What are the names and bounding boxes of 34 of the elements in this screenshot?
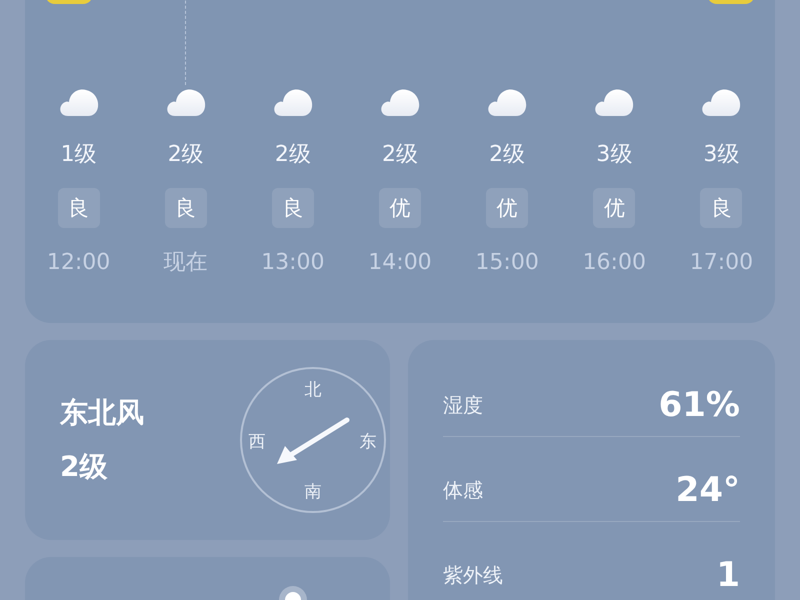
detail-value: 61%: [658, 387, 740, 423]
wind-level: 3级: [703, 141, 740, 169]
compass-label: 南: [304, 482, 322, 502]
wind-level: 2级: [382, 141, 418, 169]
wind-level: 1级: [60, 141, 97, 169]
hour-label: 12:00: [46, 249, 110, 277]
compass-label: 西: [248, 432, 266, 452]
wind-level: 2级: [60, 449, 108, 485]
compass-label: 北: [304, 380, 322, 400]
air-quality-badge: 良: [700, 188, 742, 228]
hour-label: 16:00: [582, 249, 646, 277]
detail-label: 湿度: [443, 392, 483, 418]
wind-level: 3级: [596, 141, 632, 169]
air-quality-badge: 良: [272, 188, 314, 228]
wind-level: 2级: [489, 141, 526, 169]
compass-label: 东: [360, 432, 376, 452]
wind-direction: 东北风: [60, 395, 144, 431]
detail-value: 24°: [676, 472, 740, 508]
air-quality-badge: 优: [378, 188, 421, 228]
air-quality-badge: 优: [486, 188, 528, 228]
detail-value: 1: [716, 557, 740, 593]
wind-level: 2级: [274, 141, 311, 169]
hour-label: 现在: [164, 249, 208, 277]
detail-label: 体感: [443, 476, 483, 504]
hour-label: 17:00: [690, 249, 754, 277]
wind-level: 2级: [168, 141, 204, 169]
wind-arrow-icon: [277, 418, 350, 464]
air-quality-badge: 良: [164, 188, 207, 228]
air-quality-badge: 良: [58, 188, 100, 228]
hour-label: 14:00: [368, 249, 432, 277]
air-quality-badge: 优: [593, 188, 636, 228]
hour-label: 13:00: [261, 249, 325, 277]
detail-label: 紫外线: [443, 562, 503, 588]
hour-label: 15:00: [475, 249, 539, 277]
